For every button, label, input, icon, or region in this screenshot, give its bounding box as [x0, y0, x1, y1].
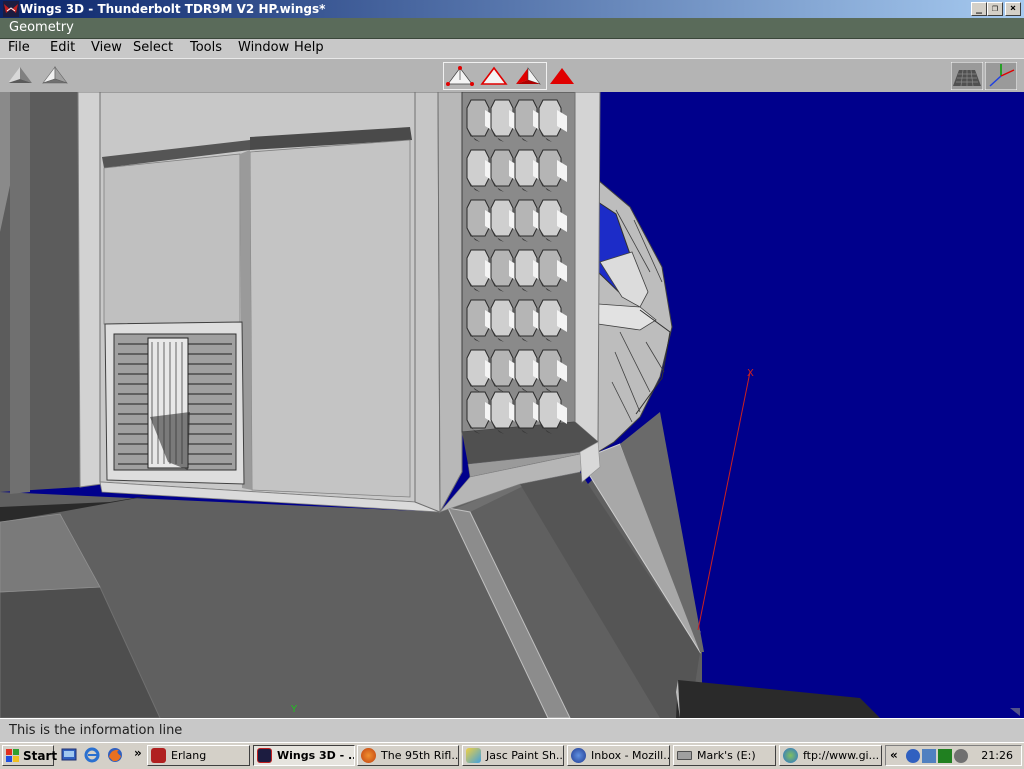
x-axis-label: X [747, 368, 754, 379]
firefox-icon [361, 748, 376, 763]
vertex-mode-icon[interactable] [445, 64, 475, 88]
start-button[interactable]: Start [2, 745, 58, 766]
wings3d-app-icon[interactable] [3, 1, 19, 17]
quicklaunch-chevron[interactable]: » [134, 746, 142, 760]
face-mode-icon[interactable] [513, 64, 543, 88]
menu-select[interactable]: Select [133, 40, 173, 55]
information-line: This is the information line [0, 718, 1024, 743]
drive-icon [677, 751, 692, 760]
menu-view[interactable]: View [91, 40, 122, 55]
menu-edit[interactable]: Edit [50, 40, 75, 55]
restore-button[interactable]: ❐ [987, 2, 1003, 16]
edge-mode-icon[interactable] [479, 64, 509, 88]
smooth-preview-icon[interactable] [5, 64, 35, 88]
taskbar-button-erlang[interactable]: Erlang [147, 745, 250, 766]
menu-file[interactable]: File [8, 40, 30, 55]
taskbar-button-paintshop[interactable]: Jasc Paint Sh... [462, 745, 564, 766]
start-label: Start [23, 749, 58, 763]
thunderbird-icon [571, 748, 586, 763]
ftp-icon [783, 748, 798, 763]
erlang-icon [151, 748, 166, 763]
geometry-window-header: Geometry [0, 18, 1024, 39]
taskbar-button-ftp[interactable]: ftp://www.gi... [779, 745, 882, 766]
clock[interactable]: 21:26 [981, 749, 1013, 762]
y-axis-label: Y [290, 704, 298, 715]
title-bar[interactable]: Wings 3D - Thunderbolt TDR9M V2 HP.wings… [0, 0, 1024, 18]
taskbar-button-firefox[interactable]: The 95th Rifl... [357, 745, 459, 766]
menu-bar: File Edit View Select Tools Window Help [0, 39, 1024, 58]
taskbar-button-drive-e[interactable]: Mark's (E:) [673, 745, 776, 766]
geometry-label: Geometry [9, 20, 74, 35]
information-text: This is the information line [9, 723, 183, 738]
menu-tools[interactable]: Tools [190, 40, 222, 55]
minimize-button[interactable]: _ [971, 2, 987, 16]
windows-taskbar: Start » Erlang Wings 3D - ... The 95th R… [0, 742, 1024, 769]
server-tray-icon[interactable] [938, 749, 952, 763]
show-desktop-icon[interactable] [61, 747, 77, 763]
menu-window[interactable]: Window [238, 40, 289, 55]
axes-icon[interactable] [985, 62, 1017, 90]
taskbar-button-wings3d[interactable]: Wings 3D - ... [253, 745, 355, 766]
flat-preview-icon[interactable] [40, 64, 70, 88]
network-tray-icon[interactable] [906, 749, 920, 763]
wings3d-icon [257, 748, 272, 763]
tray-chevron[interactable]: « [890, 748, 898, 762]
close-button[interactable]: × [1005, 2, 1021, 16]
body-mode-icon[interactable] [547, 64, 577, 88]
firefox-quicklaunch-icon[interactable] [107, 747, 123, 763]
3d-viewport[interactable]: X Y [0, 92, 1024, 718]
display-tray-icon[interactable] [922, 749, 936, 763]
windows-logo-icon [6, 749, 19, 762]
internet-explorer-icon[interactable] [84, 747, 100, 763]
system-tray: « 21:26 [885, 745, 1022, 766]
taskbar-button-thunderbird[interactable]: Inbox - Mozill... [567, 745, 670, 766]
toolbar [0, 58, 1024, 94]
menu-help[interactable]: Help [294, 40, 324, 55]
ground-grid-icon[interactable] [951, 62, 983, 90]
window-title: Wings 3D - Thunderbolt TDR9M V2 HP.wings… [20, 2, 326, 16]
paintshop-icon [466, 748, 481, 763]
volume-tray-icon[interactable] [954, 749, 968, 763]
model-render: X Y [0, 92, 1024, 718]
